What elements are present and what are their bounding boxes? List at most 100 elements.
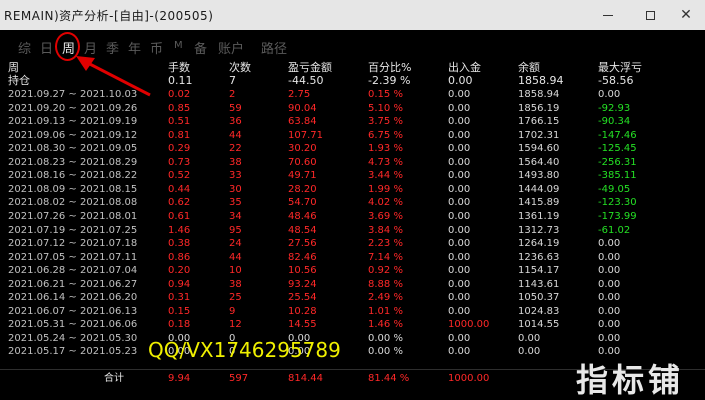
table-row[interactable]: 2021.07.12 ~ 2021.07.18 0.38 24 27.56 2.23 %…	[0, 237, 705, 250]
row-lots: 0.94	[168, 278, 191, 290]
row-percent: 0.00 %	[368, 346, 403, 358]
table-header: 周 手数 次数 盈亏金额 百分比% 出入金 余额 最大浮亏	[0, 61, 705, 74]
row-count: 22	[229, 143, 242, 155]
table-row[interactable]: 2021.07.05 ~ 2021.07.11 0.86 44 82.46 7.14 %…	[0, 251, 705, 264]
table-row[interactable]: 2021.09.27 ~ 2021.10.03 0.02 2 2.75 0.15 % 0.…	[0, 88, 705, 101]
row-count: 38	[229, 156, 242, 168]
row-pnl: 49.71	[288, 170, 317, 182]
close-button[interactable]: ✕	[666, 0, 705, 30]
total-pnl: 814.44	[288, 373, 323, 384]
row-week: 2021.08.30 ~ 2021.09.05	[8, 143, 138, 155]
row-balance: 1014.55	[518, 319, 560, 331]
total-cash-flow: 1000.00	[448, 373, 490, 384]
table-row[interactable]: 2021.08.30 ~ 2021.09.05 0.29 22 30.20 1.93 %…	[0, 142, 705, 155]
row-max-drawdown: -49.05	[598, 183, 631, 195]
row-week: 2021.06.14 ~ 2021.06.20	[8, 292, 138, 304]
row-cash-flow: 0.00	[448, 346, 471, 358]
tab-currency[interactable]: 币	[150, 38, 163, 57]
row-percent: 2.23 %	[368, 238, 403, 250]
row-pnl: 28.20	[288, 183, 317, 195]
row-cash-flow: 0.00	[448, 170, 471, 182]
table-row[interactable]: 2021.08.09 ~ 2021.08.15 0.44 30 28.20 1.99 %…	[0, 183, 705, 196]
row-count: 44	[229, 129, 242, 141]
row-cash-flow: 0.00	[448, 292, 471, 304]
row-count: 38	[229, 278, 242, 290]
row-pnl: 2.75	[288, 89, 311, 100]
tab-year[interactable]: 年	[128, 38, 141, 57]
tab-path[interactable]: 路径	[261, 38, 287, 57]
table-row[interactable]: 2021.09.13 ~ 2021.09.19 0.51 36 63.84 3.75 %…	[0, 115, 705, 128]
row-pnl: 27.56	[288, 238, 317, 250]
brand-logo: 指标铺	[576, 361, 685, 399]
row-max-drawdown: 0.00	[598, 305, 621, 317]
tab-backup[interactable]: 备	[194, 38, 207, 57]
minimize-button[interactable]	[588, 0, 628, 30]
row-pnl: 107.71	[288, 129, 323, 141]
minimize-icon	[603, 14, 613, 16]
tab-overview[interactable]: 综	[18, 38, 31, 57]
row-cash-flow: 0.00	[448, 238, 471, 250]
row-cash-flow: 0.00	[448, 251, 471, 263]
row-lots: 0.20	[168, 265, 191, 277]
row-percent: 3.44 %	[368, 170, 403, 182]
row-cash-flow: 0.00	[448, 156, 471, 168]
row-max-drawdown: 0.00	[598, 292, 621, 304]
row-percent: 4.73 %	[368, 156, 403, 168]
tab-m[interactable]: M	[174, 40, 183, 51]
row-percent: 5.10 %	[368, 102, 403, 114]
row-cash-flow: 1000.00	[448, 319, 490, 331]
table-row[interactable]: 2021.06.21 ~ 2021.06.27 0.94 38 93.24 8.88 %…	[0, 278, 705, 291]
row-cash-flow: 0.00	[448, 265, 471, 277]
tab-day[interactable]: 日	[40, 38, 53, 57]
row-percent: 1.99 %	[368, 183, 403, 195]
table-row[interactable]: 2021.08.02 ~ 2021.08.08 0.62 35 54.70 4.02 %…	[0, 196, 705, 209]
row-pnl: 54.70	[288, 197, 317, 209]
maximize-button[interactable]	[630, 0, 670, 30]
row-balance: 1143.61	[518, 278, 560, 290]
row-balance: 1856.19	[518, 102, 560, 114]
table-row[interactable]: 2021.08.23 ~ 2021.08.29 0.73 38 70.60 4.73 %…	[0, 156, 705, 169]
row-count: 34	[229, 210, 242, 222]
row-balance: 1154.17	[518, 265, 560, 277]
row-percent: 1.93 %	[368, 143, 403, 155]
holding-count: 7	[229, 74, 236, 87]
row-percent: 1.01 %	[368, 305, 403, 317]
row-cash-flow: 0.00	[448, 143, 471, 155]
row-max-drawdown: -90.34	[598, 116, 631, 128]
table-row[interactable]: 2021.09.06 ~ 2021.09.12 0.81 44 107.71 6.75 …	[0, 129, 705, 142]
table-row[interactable]: 2021.09.20 ~ 2021.09.26 0.85 59 90.04 5.10 %…	[0, 102, 705, 115]
table-row[interactable]: 2021.06.07 ~ 2021.06.13 0.15 9 10.28 1.01 % 0…	[0, 305, 705, 318]
tab-quarter[interactable]: 季	[106, 38, 119, 57]
row-week: 2021.08.02 ~ 2021.08.08	[8, 197, 138, 209]
table-row[interactable]: 2021.06.14 ~ 2021.06.20 0.31 25 25.54 2.49 %…	[0, 291, 705, 304]
row-lots: 0.44	[168, 183, 191, 195]
tab-account[interactable]: 账户	[218, 38, 244, 57]
table-row[interactable]: 2021.05.24 ~ 2021.05.30 0.00 0 0.00 0.00 % 0.…	[0, 332, 705, 345]
row-week: 2021.07.12 ~ 2021.07.18	[8, 238, 138, 250]
row-cash-flow: 0.00	[448, 210, 471, 222]
row-count: 95	[229, 224, 242, 236]
holding-percent: -2.39 %	[368, 74, 411, 87]
table-row[interactable]: 2021.05.31 ~ 2021.06.06 0.18 12 14.55 1.46 %…	[0, 318, 705, 331]
row-percent: 6.75 %	[368, 129, 403, 141]
row-lots: 0.02	[168, 89, 191, 100]
row-balance: 1594.60	[518, 143, 560, 155]
highlight-circle	[55, 32, 80, 61]
row-max-drawdown: 0.00	[598, 278, 621, 290]
contact-watermark: QQ/VX1746295789	[148, 338, 341, 362]
holding-lots: 0.11	[168, 74, 193, 87]
table-row[interactable]: 2021.07.26 ~ 2021.08.01 0.61 34 48.46 3.69 %…	[0, 210, 705, 223]
table-row[interactable]: 2021.07.19 ~ 2021.07.25 1.46 95 48.54 3.84 %…	[0, 224, 705, 237]
row-percent: 2.49 %	[368, 292, 403, 304]
row-max-drawdown: -385.11	[598, 170, 637, 182]
row-balance: 1702.31	[518, 129, 560, 141]
table-row[interactable]: 2021.08.16 ~ 2021.08.22 0.52 33 49.71 3.44 %…	[0, 169, 705, 182]
row-week: 2021.05.31 ~ 2021.06.06	[8, 319, 138, 331]
row-lots: 0.52	[168, 170, 191, 182]
row-count: 24	[229, 238, 242, 250]
row-cash-flow: 0.00	[448, 183, 471, 195]
tab-month[interactable]: 月	[84, 38, 97, 57]
row-week: 2021.08.23 ~ 2021.08.29	[8, 156, 138, 168]
row-count: 30	[229, 183, 242, 195]
table-row[interactable]: 2021.06.28 ~ 2021.07.04 0.20 10 10.56 0.92 %…	[0, 264, 705, 277]
